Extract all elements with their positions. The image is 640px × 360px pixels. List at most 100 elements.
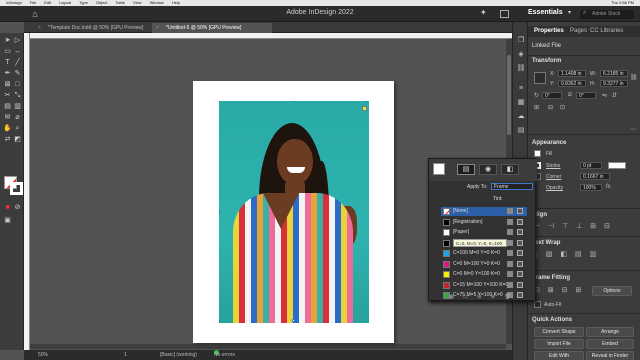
pen-tool-icon[interactable]: ✒ [3, 69, 12, 78]
text-wrap-icon[interactable]: ▤ [516, 126, 526, 136]
convert-shape-button[interactable]: Convert Shape [534, 327, 584, 337]
frame-fitting-buttons[interactable]: ⊡ ⊠ ⊟ ⊞ [534, 286, 584, 294]
tab-properties[interactable]: Properties [534, 26, 564, 37]
frame-handle[interactable] [219, 210, 220, 213]
frame-handle[interactable] [219, 101, 220, 102]
color-picker-icon[interactable]: ◉ [479, 164, 497, 175]
swatches-view-icon[interactable]: ▤ [457, 164, 475, 175]
apply-color-icon[interactable]: ■ [3, 203, 12, 212]
swatch-row[interactable]: C=0 M=0 Y=100 K=0 [441, 270, 527, 279]
apply-to-dropdown[interactable]: Frame [491, 183, 533, 190]
arrange-button[interactable]: Arrange [586, 327, 634, 337]
x-field[interactable]: 1.1408 in [558, 70, 586, 77]
frame-fitting-options-button[interactable]: Options [592, 286, 632, 296]
gap-tool-icon[interactable]: ↔ [13, 47, 22, 56]
free-transform-tool-icon[interactable]: ⤡ [13, 91, 22, 100]
page-tool-icon[interactable]: ▭ [3, 47, 12, 56]
fx-icon[interactable]: fx [606, 184, 611, 190]
zoom-level[interactable]: 50% [38, 350, 48, 360]
swatch-row[interactable]: [None] [441, 207, 527, 216]
tab-untitled-5[interactable]: × *Untitled-5 @ 50% [GPU Preview] [152, 23, 272, 33]
transform-icon[interactable]: ⊞ [534, 104, 539, 111]
flip-vertical-icon[interactable]: ⇵ [612, 92, 617, 99]
pages-icon[interactable]: ❐ [516, 36, 526, 46]
shear-field[interactable]: 0° [576, 92, 596, 99]
chevron-down-icon[interactable]: ▾ [568, 9, 571, 16]
vertical-ruler[interactable] [24, 33, 30, 350]
swatch-row[interactable]: C=100 M=0 Y=0 K=0 [441, 249, 527, 258]
reference-point-icon[interactable] [534, 72, 546, 84]
rectangle-frame-tool-icon[interactable]: ⊠ [3, 80, 12, 89]
corner-label[interactable]: Corner [546, 174, 561, 180]
stroke-type-dropdown[interactable] [608, 162, 626, 169]
width-field[interactable]: 6.2185 in [600, 70, 628, 77]
flip-horizontal-icon[interactable]: ⇋ [602, 92, 607, 99]
adobe-stock-search[interactable]: Adobe Stock [580, 10, 634, 19]
edit-with-button[interactable]: Edit With [534, 351, 584, 360]
rectangle-tool-icon[interactable]: □ [13, 80, 22, 89]
apply-none-icon[interactable]: ⊘ [13, 203, 22, 212]
pencil-tool-icon[interactable]: ✎ [13, 69, 22, 78]
frame-handle[interactable] [219, 319, 220, 322]
line-tool-icon[interactable]: ╱ [13, 58, 22, 67]
gradient-view-icon[interactable]: ◧ [501, 164, 519, 175]
hand-tool-icon[interactable]: ✋ [3, 124, 12, 133]
fill-stroke-proxy[interactable] [4, 176, 23, 198]
stroke-label[interactable]: Stroke [546, 163, 560, 169]
stroke-weight-field[interactable]: 0 pt [580, 162, 602, 169]
live-corners-icon[interactable] [362, 106, 367, 111]
swatches-icon[interactable]: ▦ [516, 98, 526, 108]
close-icon[interactable]: × [156, 23, 159, 33]
corner-size-field[interactable]: 0.1667 in [580, 173, 610, 180]
auto-fit-checkbox[interactable] [534, 301, 541, 308]
lightbulb-icon[interactable]: ✦ [480, 8, 487, 17]
close-icon[interactable]: × [38, 23, 41, 33]
tab-cc-libraries[interactable]: CC Libraries [590, 26, 623, 37]
tab-pages[interactable]: Pages [570, 26, 587, 37]
fit-content-icon[interactable]: ⊡ [560, 104, 565, 111]
photo-frame[interactable] [219, 101, 369, 323]
type-tool-icon[interactable]: T [3, 58, 12, 67]
swap-fill-stroke-icon[interactable]: ⇄ [3, 135, 12, 144]
rotation-field[interactable]: 0° [542, 92, 562, 99]
import-file-button[interactable]: Import File [534, 339, 584, 349]
arrange-documents-icon[interactable] [500, 10, 509, 18]
more-options-icon[interactable]: ⋯ [630, 126, 636, 133]
swatch-row[interactable]: [Paper] [441, 228, 527, 237]
opacity-label[interactable]: Opacity [546, 185, 563, 191]
scissors-tool-icon[interactable]: ✂ [3, 91, 12, 100]
align-buttons[interactable]: ⊢ ⊣ ⊤ ⊥ ⊞ ⊟ [534, 222, 613, 230]
height-field[interactable]: 9.3277 in [600, 80, 628, 87]
tab-template-doc[interactable]: × *Template Doc.indd @ 50% [GPU Preview] [34, 23, 150, 33]
frame-handle[interactable] [292, 101, 295, 102]
y-field[interactable]: 0.8362 in [558, 80, 586, 87]
swatch-footer-icons[interactable]: ▦ ▭ ⊞ ⊕ 🗑 [449, 294, 515, 300]
text-wrap-buttons[interactable]: ▯ ▧ ◧ ▤ ▥ [534, 250, 599, 258]
direct-selection-tool-icon[interactable]: ▷ [13, 36, 22, 45]
layers-icon[interactable]: ◈ [516, 50, 526, 60]
page-number[interactable]: 1 [124, 350, 127, 360]
frame-handle[interactable] [365, 101, 368, 102]
screen-mode-icon[interactable]: ▣ [3, 216, 12, 225]
horizontal-ruler[interactable] [24, 33, 512, 39]
links-icon[interactable]: ⛓ [516, 64, 526, 74]
swatch-row[interactable]: C=0 M=100 Y=0 K=0 [441, 260, 527, 269]
constrain-proportions-icon[interactable]: ⛓ [630, 74, 638, 81]
default-colors-icon[interactable]: ◩ [13, 135, 22, 144]
fill-color-swatch[interactable] [534, 150, 541, 157]
gradient-swatch-tool-icon[interactable]: ▤ [3, 102, 12, 111]
align-object-icon[interactable]: ⊟ [548, 104, 553, 111]
opacity-field[interactable]: 100% [580, 184, 602, 191]
selection-tool-icon[interactable]: ➤ [3, 36, 12, 45]
scroll-thumb[interactable] [507, 55, 511, 135]
cc-libraries-icon[interactable]: ☁ [516, 112, 526, 122]
fill-stroke-toggle[interactable] [433, 163, 445, 175]
style-indicator[interactable]: [Basic] (working) [160, 350, 197, 360]
horizontal-scrollbar[interactable] [30, 344, 506, 349]
swatch-row[interactable]: C=15 M=100 Y=100 K=0 [441, 281, 527, 290]
gradient-feather-tool-icon[interactable]: ▥ [13, 102, 22, 111]
eyedropper-tool-icon[interactable]: ⌀ [13, 113, 22, 122]
embed-button[interactable]: Embed [586, 339, 634, 349]
zoom-tool-icon[interactable]: ⌕ [13, 124, 22, 133]
stroke-icon[interactable]: ≡ [516, 84, 526, 94]
